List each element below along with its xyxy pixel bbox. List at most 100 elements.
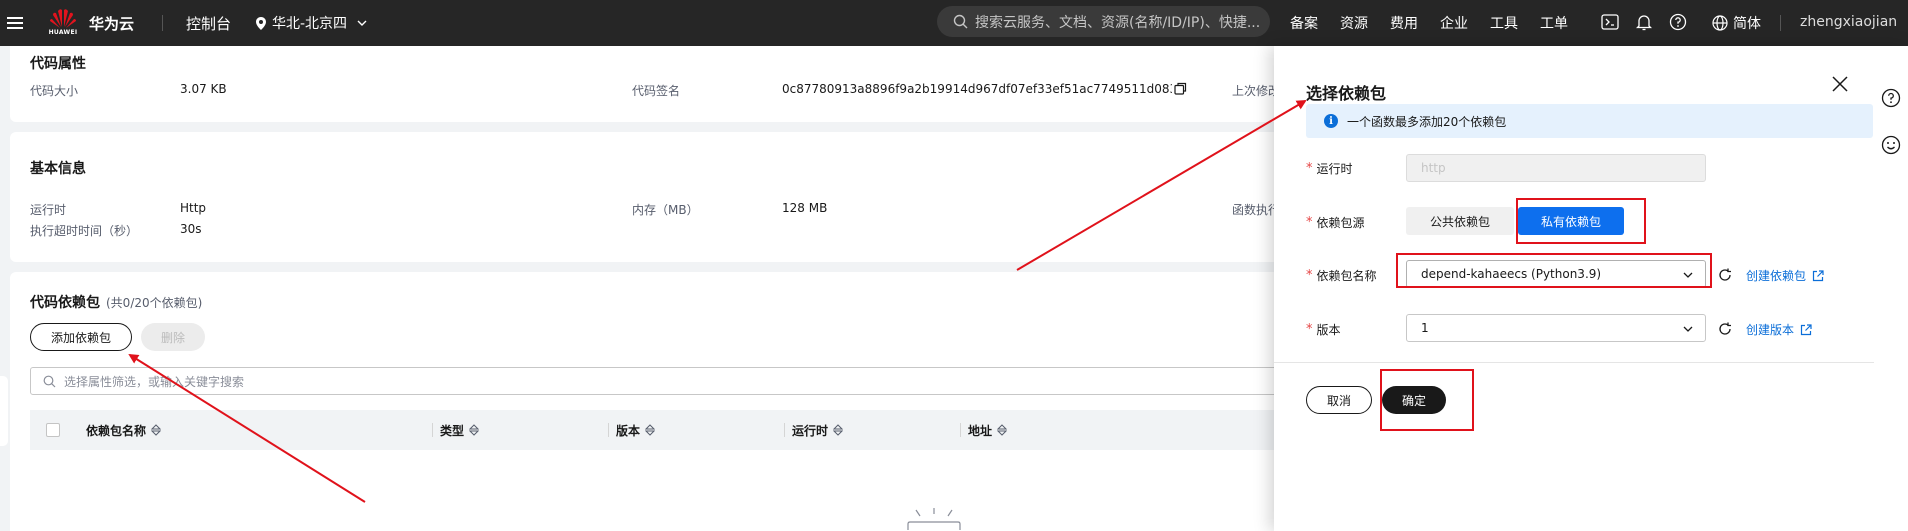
- column-header-address[interactable]: 地址: [968, 422, 1008, 439]
- nav-link-tools[interactable]: 工具: [1490, 13, 1518, 33]
- language-selector[interactable]: 简体: [1712, 13, 1761, 33]
- info-text: 一个函数最多添加20个依赖包: [1347, 114, 1507, 129]
- required-mark: *: [1306, 322, 1313, 337]
- side-collapse-tab[interactable]: [0, 376, 8, 446]
- top-nav-bar: HUAWEI 华为云 控制台 华北-北京四 搜索云服务、文档、资源(名称/ID/…: [0, 0, 1908, 46]
- column-separator: [960, 423, 961, 437]
- search-placeholder: 搜索云服务、文档、资源(名称/ID/IP)、快捷...: [975, 14, 1261, 31]
- nav-link-tickets[interactable]: 工单: [1540, 13, 1568, 33]
- nav-link-filing[interactable]: 备案: [1290, 13, 1318, 33]
- basic-info-title: 基本信息: [30, 161, 86, 177]
- column-header-name[interactable]: 依赖包名称: [86, 422, 162, 439]
- timeout-label: 执行超时时间（秒）: [30, 224, 139, 238]
- help-icon[interactable]: [1668, 12, 1688, 32]
- cloud-shell-icon[interactable]: [1600, 12, 1620, 32]
- column-header-runtime[interactable]: 运行时: [792, 422, 844, 439]
- region-selector[interactable]: 华北-北京四: [256, 13, 367, 33]
- code-properties-card: 代码属性 代码大小 3.07 KB 代码签名 0c87780913a8896f9…: [10, 46, 1310, 122]
- runtime-value: Http: [180, 201, 207, 215]
- required-mark: *: [1306, 268, 1313, 283]
- column-separator: [608, 423, 609, 437]
- annotation-box-dependency-name: [1396, 253, 1712, 288]
- logo-text: HUAWEI: [48, 29, 78, 36]
- basic-info-card: 基本信息 运行时 Http 执行超时时间（秒） 30s 内存（MB） 128 M…: [10, 132, 1310, 262]
- bell-icon[interactable]: [1634, 12, 1654, 32]
- column-type-label: 类型: [440, 423, 465, 438]
- help-icon[interactable]: [1881, 88, 1901, 108]
- refresh-icon[interactable]: [1718, 268, 1732, 282]
- code-sign-label: 代码签名: [632, 84, 681, 98]
- filter-placeholder: 选择属性筛选，或输入关键字搜索: [64, 374, 245, 389]
- sort-icon: [645, 424, 656, 436]
- feedback-smiley-icon[interactable]: [1881, 135, 1901, 155]
- chevron-down-icon: [1683, 326, 1693, 332]
- brand-name[interactable]: 华为云: [89, 13, 134, 34]
- search-icon: [953, 14, 968, 29]
- dependencies-count: (共0/20个依赖包): [106, 296, 203, 310]
- name-field-label-text: 依赖包名称: [1316, 269, 1377, 283]
- create-dependency-link-text: 创建依赖包: [1746, 269, 1807, 283]
- nav-link-resources[interactable]: 资源: [1340, 13, 1368, 33]
- globe-icon: [1712, 15, 1728, 31]
- user-account-menu[interactable]: zhengxiaojian: [1800, 14, 1897, 30]
- global-search-input[interactable]: 搜索云服务、文档、资源(名称/ID/IP)、快捷...: [937, 6, 1270, 37]
- dependencies-title-text: 代码依赖包: [30, 295, 100, 311]
- column-address-label: 地址: [968, 423, 993, 438]
- column-separator: [784, 423, 785, 437]
- console-link[interactable]: 控制台: [186, 13, 231, 34]
- huawei-flower-icon: [50, 9, 76, 28]
- runtime-label: 运行时: [30, 203, 67, 217]
- delete-button[interactable]: 删除: [141, 323, 205, 351]
- nav-link-billing[interactable]: 费用: [1390, 13, 1418, 33]
- empty-state-illustration: [907, 508, 961, 530]
- required-mark: *: [1306, 161, 1313, 176]
- location-pin-icon: [256, 16, 266, 30]
- sort-icon: [469, 424, 480, 436]
- memory-label: 内存（MB）: [632, 203, 699, 217]
- column-header-version[interactable]: 版本: [616, 422, 656, 439]
- drawer-title: 选择依赖包: [1306, 84, 1387, 103]
- timeout-value: 30s: [180, 222, 202, 236]
- user-divider: [1780, 15, 1781, 31]
- external-link-icon: [1800, 323, 1812, 335]
- version-select[interactable]: 1: [1406, 314, 1706, 342]
- refresh-icon[interactable]: [1718, 322, 1732, 336]
- add-dependency-button[interactable]: 添加依赖包: [30, 323, 132, 351]
- memory-value: 128 MB: [782, 201, 828, 215]
- info-banner: i 一个函数最多添加20个依赖包: [1306, 104, 1873, 138]
- info-icon: i: [1324, 114, 1338, 128]
- version-field-label: * 版本: [1306, 321, 1341, 338]
- nav-link-enterprise[interactable]: 企业: [1440, 13, 1468, 33]
- cancel-button[interactable]: 取消: [1306, 386, 1372, 414]
- huawei-logo[interactable]: HUAWEI: [48, 7, 78, 39]
- public-dependency-tab[interactable]: 公共依赖包: [1406, 207, 1514, 235]
- last-modified-label: 上次修改: [1232, 84, 1281, 98]
- name-field-label: * 依赖包名称: [1306, 267, 1377, 284]
- required-mark: *: [1306, 215, 1313, 230]
- nav-links: 备案 资源 费用 企业 工具 工单: [1290, 13, 1590, 33]
- menu-icon[interactable]: [7, 17, 23, 29]
- region-label: 华北-北京四: [272, 16, 348, 32]
- sort-icon: [997, 424, 1008, 436]
- close-icon[interactable]: [1832, 76, 1848, 92]
- version-field-label-text: 版本: [1316, 323, 1341, 337]
- annotation-box-private-source: [1516, 198, 1646, 244]
- copy-icon[interactable]: [1174, 82, 1187, 95]
- external-link-icon: [1812, 269, 1824, 281]
- top-icon-group: [1600, 12, 1688, 32]
- column-version-label: 版本: [616, 423, 641, 438]
- select-all-checkbox[interactable]: [46, 423, 60, 437]
- dependencies-card: 代码依赖包 (共0/20个依赖包) 添加依赖包 删除 选择属性筛选，或输入关键字搜…: [10, 272, 1320, 531]
- runtime-input[interactable]: http: [1406, 154, 1706, 182]
- nav-divider: [162, 15, 163, 31]
- column-header-type[interactable]: 类型: [440, 422, 480, 439]
- create-version-link[interactable]: 创建版本: [1746, 321, 1812, 338]
- filter-search-input[interactable]: 选择属性筛选，或输入关键字搜索: [30, 367, 1320, 395]
- dependencies-title: 代码依赖包 (共0/20个依赖包): [30, 292, 202, 312]
- create-dependency-link[interactable]: 创建依赖包: [1746, 267, 1824, 284]
- version-value: 1: [1421, 321, 1429, 335]
- code-size-value: 3.07 KB: [180, 82, 227, 96]
- source-field-label-text: 依赖包源: [1316, 216, 1365, 230]
- source-field-label: * 依赖包源: [1306, 214, 1365, 231]
- create-version-link-text: 创建版本: [1746, 323, 1795, 337]
